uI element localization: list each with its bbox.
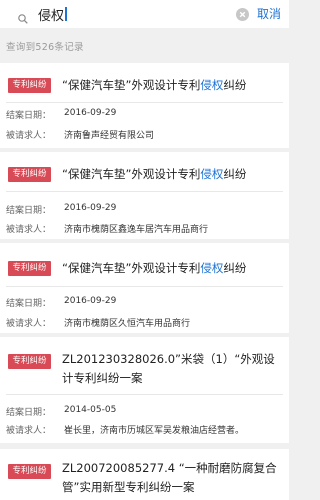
case-type-badge: 专利纠纷: [8, 167, 51, 182]
case-title-text-end: 纠纷: [223, 261, 247, 275]
respondent-value: 崔长里，济南市历城区军吴发粮油店经营者。: [64, 426, 245, 436]
case-title[interactable]: “保健汽车垫”外观设计专利侵权纠纷: [62, 76, 282, 95]
party-label: 被请求人：: [6, 319, 52, 329]
case-title-highlight: 侵权: [200, 261, 224, 275]
divider: [6, 102, 283, 103]
date-label: 结案日期：: [6, 408, 52, 418]
divider: [6, 191, 283, 192]
text-cursor: [65, 7, 67, 21]
clear-icon[interactable]: [236, 8, 249, 21]
party-label: 被请求人：: [6, 131, 52, 141]
divider: [6, 394, 283, 395]
case-card[interactable]: 专利纠纷 “保健汽车垫”外观设计专利侵权纠纷 结案日期： 2016-09-29 …: [0, 152, 289, 239]
date-label: 结案日期：: [6, 206, 52, 216]
case-card[interactable]: 专利纠纷 ZL200720085277.4 “一种耐磨防腐复合管”实用新型专利纠…: [0, 449, 289, 500]
case-title-text-end: 纠纷: [223, 78, 247, 92]
case-type-badge: 专利纠纷: [8, 464, 51, 479]
respondent-value: 济南鲁声经贸有限公司: [64, 131, 155, 141]
close-date-value: 2016-09-29: [64, 203, 117, 213]
case-card[interactable]: 专利纠纷 “保健汽车垫”外观设计专利侵权纠纷 结案日期： 2016-09-29 …: [0, 243, 289, 333]
party-label: 被请求人：: [6, 426, 52, 436]
date-label: 结案日期：: [6, 299, 52, 309]
close-date-value: 2014-05-05: [64, 405, 117, 415]
case-type-badge: 专利纠纷: [8, 261, 51, 276]
case-title-text: “保健汽车垫”外观设计专利: [62, 167, 201, 181]
case-type-badge: 专利纠纷: [8, 354, 51, 369]
case-title-highlight: 侵权: [200, 78, 224, 92]
case-title-text: “保健汽车垫”外观设计专利: [62, 261, 201, 275]
close-date-value: 2016-09-29: [64, 108, 117, 118]
search-field[interactable]: [4, 3, 249, 24]
case-title-highlight: 侵权: [200, 167, 224, 181]
case-title[interactable]: ZL201230328026.0”米袋（1）“外观设计专利纠纷一案: [62, 350, 282, 388]
case-title-text: “保健汽车垫”外观设计专利: [62, 78, 201, 92]
case-title[interactable]: “保健汽车垫”外观设计专利侵权纠纷: [62, 165, 282, 184]
case-title[interactable]: “保健汽车垫”外观设计专利侵权纠纷: [62, 259, 282, 278]
date-label: 结案日期：: [6, 111, 52, 121]
respondent-value: 济南市槐荫区鑫逸车居汽车用品商行: [64, 225, 209, 235]
party-label: 被请求人：: [6, 225, 52, 235]
case-card[interactable]: 专利纠纷 “保健汽车垫”外观设计专利侵权纠纷 结案日期： 2016-09-29 …: [0, 63, 289, 148]
divider: [6, 286, 283, 287]
close-date-value: 2016-09-29: [64, 296, 117, 306]
search-icon: [18, 9, 28, 24]
search-bar: 取消: [0, 0, 289, 28]
case-type-badge: 专利纠纷: [8, 78, 51, 93]
result-count: 查询到526条记录: [6, 42, 84, 53]
case-title[interactable]: ZL200720085277.4 “一种耐磨防腐复合管”实用新型专利纠纷一案: [62, 459, 282, 497]
respondent-value: 济南市槐荫区久恒汽车用品商行: [64, 319, 191, 329]
case-title-text-end: 纠纷: [223, 167, 247, 181]
case-card[interactable]: 专利纠纷 ZL201230328026.0”米袋（1）“外观设计专利纠纷一案 结…: [0, 337, 289, 443]
cancel-button[interactable]: 取消: [257, 5, 281, 22]
